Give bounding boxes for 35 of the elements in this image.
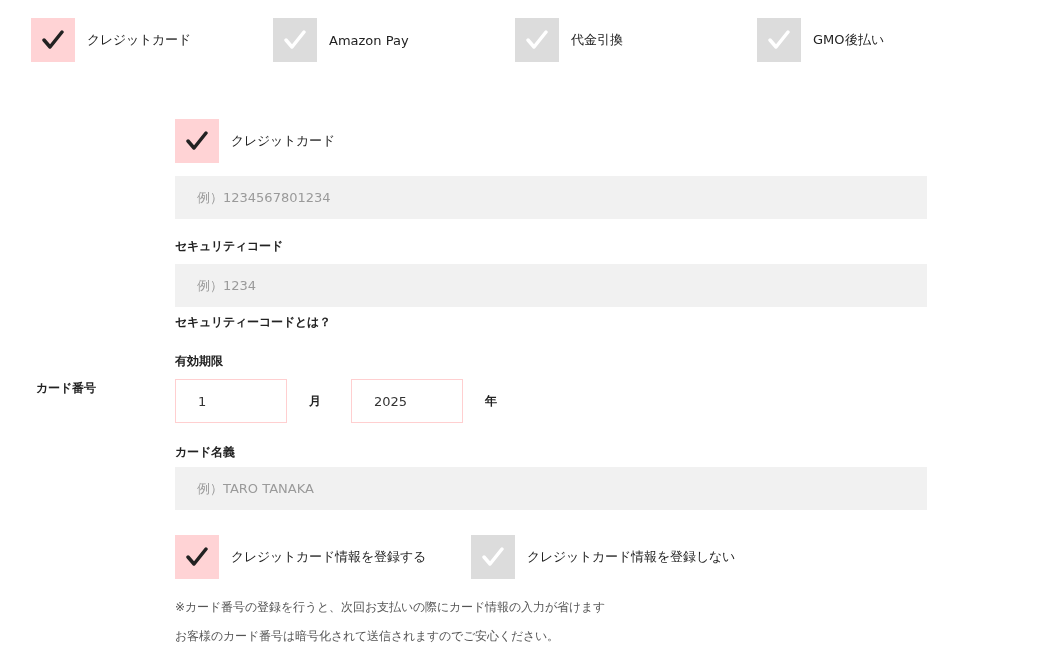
unit-label: 月 <box>309 392 321 410</box>
checkmark-icon <box>42 30 64 50</box>
note-text: ※カード番号の登録を行うと、次回お支払いの際にカード情報の入力が省けます <box>175 599 607 616</box>
payment-option[interactable]: クレジットカード <box>31 18 191 62</box>
card-number-field[interactable]: 例）1234567801234 <box>175 176 927 219</box>
payment-option[interactable]: 代金引換 <box>515 18 623 62</box>
month-field[interactable]: 1 <box>175 379 287 423</box>
security-code-field[interactable]: 例）1234 <box>175 264 927 307</box>
year-field[interactable]: 2025 <box>351 379 463 423</box>
checkbox[interactable] <box>273 18 317 62</box>
checkbox[interactable] <box>757 18 801 62</box>
checkbox[interactable] <box>175 535 219 579</box>
payment-option[interactable]: GMO後払い <box>757 18 884 62</box>
unit-label: 年 <box>485 392 497 410</box>
note-text: お客様のカード番号は暗号化されて送信されますのでご安心ください。 <box>175 628 560 645</box>
payment-option[interactable]: クレジットカード情報を登録しない <box>471 535 735 579</box>
checkmark-icon <box>284 30 306 50</box>
field-label: カード番号 <box>36 379 96 397</box>
checkbox[interactable] <box>175 119 219 163</box>
checkmark-icon <box>768 30 790 50</box>
checkbox[interactable] <box>31 18 75 62</box>
checkbox[interactable] <box>471 535 515 579</box>
card-holder-field[interactable]: 例）TARO TANAKA <box>175 467 927 510</box>
checkmark-icon <box>186 547 208 567</box>
payment-option[interactable]: クレジットカード <box>175 119 335 163</box>
checkbox[interactable] <box>515 18 559 62</box>
help-link[interactable]: セキュリティーコードとは？ <box>175 314 331 331</box>
field-label: 有効期限 <box>175 353 224 370</box>
field-label: カード名義 <box>175 444 236 461</box>
checkmark-icon <box>526 30 548 50</box>
checkmark-icon <box>186 131 208 151</box>
checkmark-icon <box>482 547 504 567</box>
field-label: セキュリティコード <box>175 238 284 255</box>
payment-option[interactable]: Amazon Pay <box>273 18 409 62</box>
payment-option[interactable]: クレジットカード情報を登録する <box>175 535 426 579</box>
